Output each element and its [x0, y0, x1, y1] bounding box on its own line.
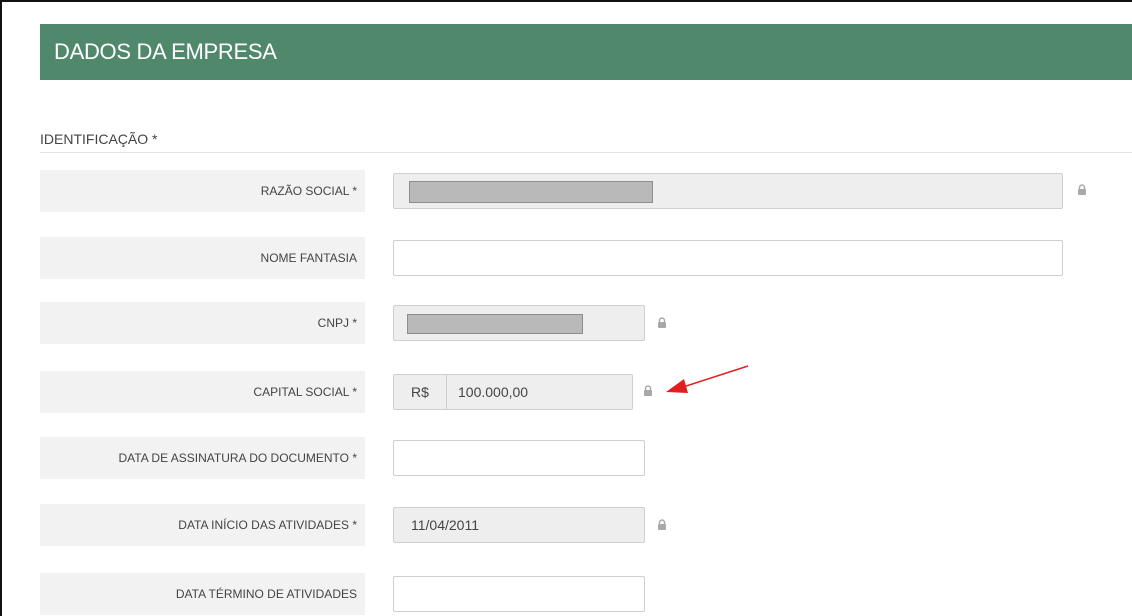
section-divider — [40, 152, 1132, 153]
label-nome-fantasia: NOME FANTASIA — [40, 237, 365, 279]
red-arrow-icon — [666, 365, 749, 393]
label-data-inicio: DATA INÍCIO DAS ATIVIDADES * — [40, 504, 365, 546]
row-cnpj: CNPJ * — [40, 302, 1132, 344]
lock-icon — [658, 317, 666, 328]
cnpj-field[interactable] — [393, 305, 645, 341]
row-nome-fantasia: NOME FANTASIA — [40, 237, 1132, 279]
lock-icon — [658, 519, 666, 530]
section-header: DADOS DA EMPRESA — [40, 24, 1132, 80]
data-inicio-value: 11/04/2011 — [411, 517, 479, 533]
razao-social-field[interactable] — [393, 173, 1063, 209]
row-capital-social: CAPITAL SOCIAL * R$ 100.000,00 — [40, 371, 1132, 413]
capital-social-value: 100.000,00 — [458, 384, 529, 400]
label-capital-social: CAPITAL SOCIAL * — [40, 371, 365, 413]
label-data-termino: DATA TÉRMINO DE ATIVIDADES — [40, 573, 365, 615]
data-assinatura-input[interactable] — [393, 440, 645, 476]
redacted-value — [407, 314, 583, 334]
lock-icon — [644, 385, 652, 396]
redacted-value — [409, 181, 653, 203]
header-title: DADOS DA EMPRESA — [54, 39, 277, 64]
data-termino-input[interactable] — [393, 576, 645, 612]
capital-social-field[interactable]: R$ 100.000,00 — [393, 374, 633, 410]
page-frame: DADOS DA EMPRESA IDENTIFICAÇÃO * RAZÃO S… — [0, 0, 1132, 616]
row-data-assinatura: DATA DE ASSINATURA DO DOCUMENTO * — [40, 437, 1132, 479]
section-label-identificacao: IDENTIFICAÇÃO * — [40, 131, 158, 147]
label-cnpj: CNPJ * — [40, 302, 365, 344]
nome-fantasia-input[interactable] — [393, 240, 1063, 276]
label-data-assinatura: DATA DE ASSINATURA DO DOCUMENTO * — [40, 437, 365, 479]
data-inicio-field[interactable]: 11/04/2011 — [393, 507, 645, 543]
lock-icon — [1078, 184, 1086, 195]
row-razao-social: RAZÃO SOCIAL * — [40, 170, 1132, 212]
currency-prefix: R$ — [394, 375, 447, 409]
row-data-termino: DATA TÉRMINO DE ATIVIDADES — [40, 573, 1132, 615]
label-razao-social: RAZÃO SOCIAL * — [40, 170, 365, 212]
row-data-inicio: DATA INÍCIO DAS ATIVIDADES * 11/04/2011 — [40, 504, 1132, 546]
